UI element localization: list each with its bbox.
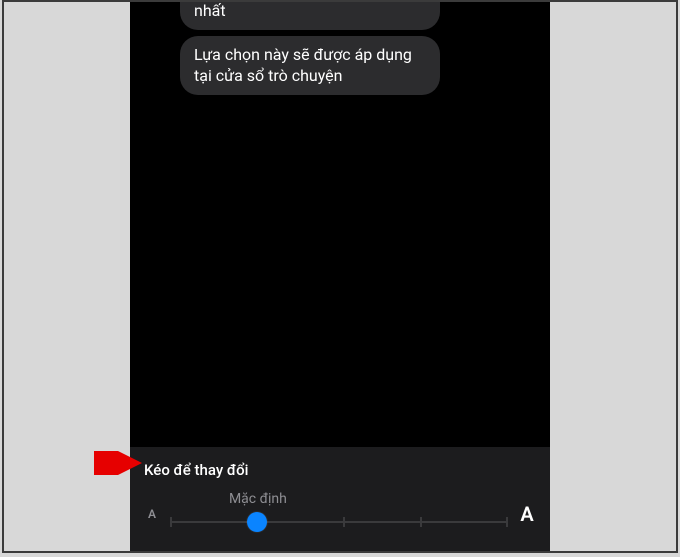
slider-tick <box>420 517 422 527</box>
slider-tick <box>343 517 345 527</box>
screenshot-frame: nhất Lựa chọn này sẽ được áp dụng tại cử… <box>2 0 678 553</box>
small-a-icon: A <box>144 507 160 521</box>
bubble-text: nhất <box>194 2 226 20</box>
large-a-icon: A <box>518 502 536 526</box>
chat-bubble: nhất <box>180 2 440 30</box>
phone-screen: nhất Lựa chọn này sẽ được áp dụng tại cử… <box>130 2 550 551</box>
default-label: Mặc định <box>130 491 427 507</box>
slider-thumb[interactable] <box>247 512 267 532</box>
text-size-slider-row: A Mặc định A <box>144 495 536 533</box>
message-list: nhất Lựa chọn này sẽ được áp dụng tại cử… <box>130 2 550 95</box>
slider-tick <box>506 517 508 527</box>
text-size-slider[interactable]: Mặc định <box>170 495 508 533</box>
bubble-text: Lựa chọn này sẽ được áp dụng tại cửa sổ … <box>194 45 412 86</box>
slider-track <box>170 521 508 523</box>
text-size-panel: Kéo để thay đổi A Mặc định A <box>130 447 550 551</box>
drag-instruction-label: Kéo để thay đổi <box>144 461 536 479</box>
chat-bubble: Lựa chọn này sẽ được áp dụng tại cửa sổ … <box>180 36 440 95</box>
slider-tick <box>170 517 172 527</box>
